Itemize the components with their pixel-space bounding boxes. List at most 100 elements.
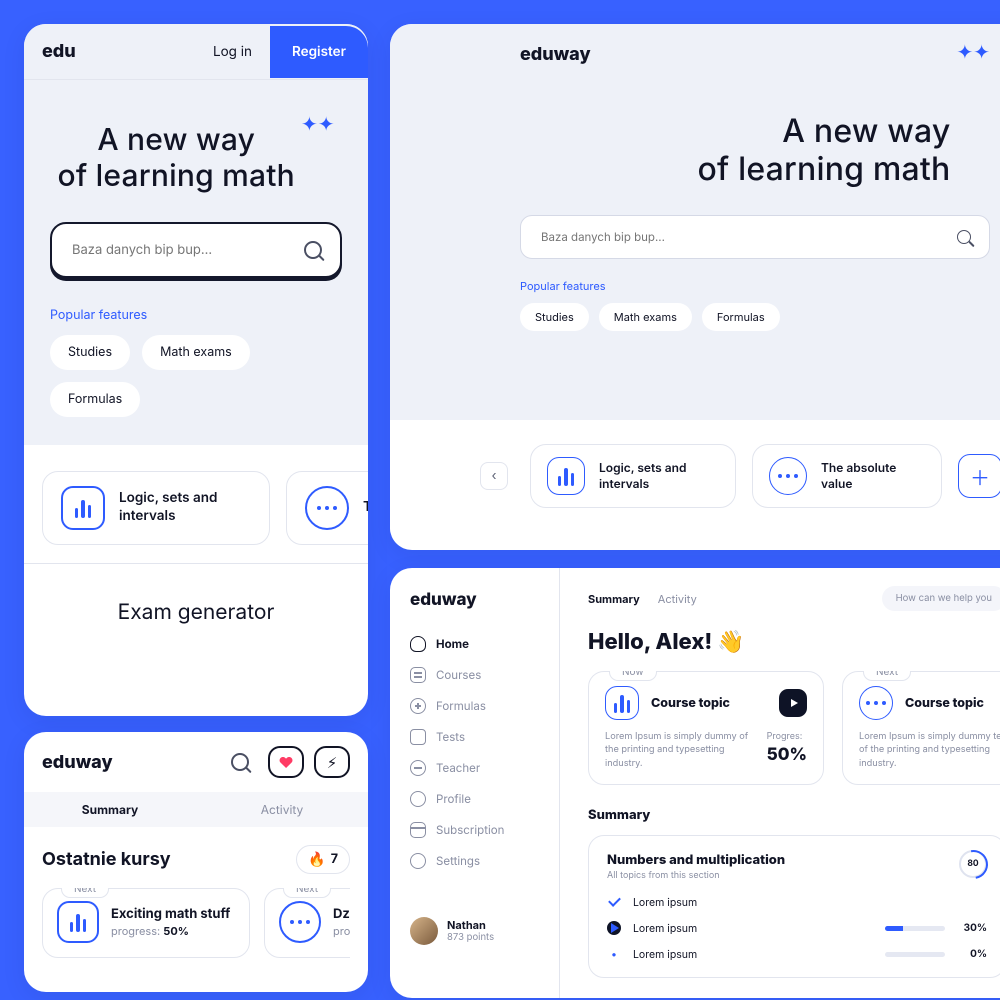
course-progress: progress: 50%	[111, 924, 230, 938]
chip-studies[interactable]: Studies	[50, 335, 130, 370]
plus-icon	[410, 698, 426, 714]
topic-card-absolute[interactable]: The absolute value	[286, 471, 368, 545]
gear-icon	[410, 853, 426, 869]
search-icon[interactable]	[304, 241, 322, 259]
tab-summary[interactable]: Summary	[588, 592, 640, 606]
topic-label: The absolute value	[363, 499, 368, 517]
search-icon[interactable]	[957, 230, 971, 244]
progress-ring: 80	[959, 850, 987, 878]
summary-row[interactable]: Lorem ipsum	[607, 895, 987, 909]
course-desc: Lorem Ipsum is simply dummy text of the …	[859, 730, 1000, 770]
register-button[interactable]: Register	[270, 26, 368, 78]
chip-math-exams[interactable]: Math exams	[142, 335, 250, 370]
progress-pct: 30%	[957, 922, 987, 934]
sidebar-item-profile[interactable]: Profile	[410, 791, 539, 807]
topic-card-logic[interactable]: Logic, sets and intervals	[530, 444, 736, 508]
home-icon	[410, 636, 426, 652]
summary-row[interactable]: • Lorem ipsum 0%	[607, 947, 987, 961]
heart-icon: ♥	[278, 753, 293, 772]
search-bar[interactable]	[520, 215, 990, 259]
scroll-left-button[interactable]: ‹	[480, 462, 508, 490]
add-topic-button[interactable]: ＋	[958, 454, 1000, 498]
sidebar: eduway Home Courses Formulas Tests Teach…	[390, 568, 560, 998]
content-tabs: Summary Activity How can we help you	[588, 586, 1000, 611]
hero: eduway A new way of learning math ✦✦ Pop…	[390, 24, 1000, 420]
bolt-icon: ⚡	[327, 753, 338, 772]
sidebar-item-settings[interactable]: Settings	[410, 853, 539, 869]
topic-card-logic[interactable]: Logic, sets and intervals	[42, 471, 270, 545]
mobile-landing-panel: edu Log in Register A new way of learnin…	[24, 24, 368, 716]
search-bar[interactable]	[50, 222, 342, 278]
course-card-now[interactable]: Now Course topic Lorem Ipsum is simply d…	[588, 671, 824, 785]
status-badge: Next	[863, 671, 911, 681]
desktop-landing-panel: eduway A new way of learning math ✦✦ Pop…	[390, 24, 1000, 550]
user-points: 873 points	[447, 932, 494, 943]
brand-logo: eduway	[42, 752, 212, 773]
sparkle-icon: ✦✦	[956, 42, 990, 62]
chip-formulas[interactable]: Formulas	[702, 303, 780, 331]
course-title: Course topic	[651, 696, 730, 711]
recent-courses-heading: Ostatnie kursy	[42, 849, 171, 870]
wave-icon: 👋	[717, 629, 744, 655]
dots-icon	[305, 486, 349, 530]
topic-card-absolute[interactable]: The absolute value	[752, 444, 942, 508]
progress-bar	[885, 926, 945, 931]
sidebar-item-formulas[interactable]: Formulas	[410, 698, 539, 714]
sidebar-item-courses[interactable]: Courses	[410, 667, 539, 683]
summary-list: Lorem ipsum Lorem ipsum 30% • Lorem ipsu…	[607, 895, 987, 961]
course-card-next[interactable]: Next Course topic Lorem Ipsum is simply …	[842, 671, 1000, 785]
login-button[interactable]: Log in	[199, 26, 266, 78]
chip-studies[interactable]: Studies	[520, 303, 589, 331]
summary-card: Numbers and multiplication All topics fr…	[588, 835, 1000, 978]
dots-icon	[279, 901, 321, 943]
pencil-icon	[410, 729, 426, 745]
chat-icon	[410, 760, 426, 776]
mobile-topbar: edu Log in Register	[24, 24, 368, 80]
headline: A new way of learning math	[697, 112, 950, 189]
user-name: Nathan	[447, 919, 494, 931]
chips: Studies Math exams Formulas	[520, 303, 990, 331]
topic-cards: Logic, sets and intervals The absolute v…	[24, 445, 368, 563]
tab-summary[interactable]: Summary	[24, 792, 196, 827]
chips: Studies Math exams Formulas	[50, 335, 342, 417]
help-search[interactable]: How can we help you	[882, 586, 1000, 611]
chip-formulas[interactable]: Formulas	[50, 382, 140, 417]
course-cards: Next Exciting math stuff progress: 50% N…	[42, 888, 350, 958]
status-badge: Next	[61, 888, 109, 898]
sidebar-item-teacher[interactable]: Teacher	[410, 760, 539, 776]
headline: A new way of learning math	[58, 122, 295, 194]
chip-math-exams[interactable]: Math exams	[599, 303, 692, 331]
search-input[interactable]	[539, 229, 957, 245]
summary-heading: Summary	[588, 807, 1000, 823]
summary-subtitle: All topics from this section	[607, 870, 987, 881]
topic-label: Logic, sets and intervals	[599, 460, 719, 491]
dots-icon	[859, 686, 893, 720]
sidebar-item-home[interactable]: Home	[410, 636, 539, 652]
exam-generator-heading: Exam generator	[24, 563, 368, 661]
course-card[interactable]: Next Exciting math stuff progress: 50%	[42, 888, 250, 958]
streak-badge[interactable]: 🔥7	[296, 845, 350, 874]
user-block[interactable]: Nathan 873 points	[410, 917, 539, 945]
bars-icon	[57, 901, 99, 943]
popular-features-label: Popular features	[50, 308, 342, 323]
topic-cards-row: ‹ Logic, sets and intervals The absolute…	[390, 420, 1000, 532]
fire-icon: 🔥	[308, 851, 325, 868]
sidebar-item-subscription[interactable]: Subscription	[410, 822, 539, 838]
dots-icon	[769, 457, 807, 495]
tab-activity[interactable]: Activity	[196, 792, 368, 827]
course-card[interactable]: Next Dziel natu prog	[264, 888, 350, 958]
sidebar-item-tests[interactable]: Tests	[410, 729, 539, 745]
user-icon	[410, 791, 426, 807]
summary-row[interactable]: Lorem ipsum 30%	[607, 921, 987, 935]
bolt-button[interactable]: ⚡	[314, 746, 350, 778]
course-title: Exciting math stuff	[111, 906, 230, 922]
play-button[interactable]	[779, 689, 807, 717]
search-icon[interactable]	[222, 746, 258, 778]
greeting: Hello, Alex! 👋	[588, 629, 1000, 655]
bars-icon	[61, 486, 105, 530]
favorites-button[interactable]: ♥	[268, 746, 304, 778]
progress-pct: 0%	[957, 948, 987, 960]
course-title: Dziel natu	[333, 906, 350, 922]
search-input[interactable]	[70, 241, 304, 259]
tab-activity[interactable]: Activity	[658, 592, 697, 606]
